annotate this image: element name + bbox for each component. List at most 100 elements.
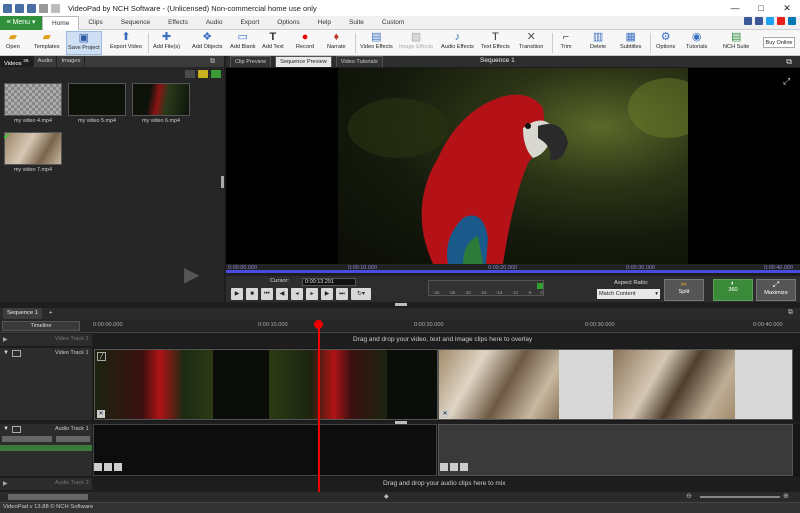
bin-clip-thumbnail-7[interactable]	[4, 132, 62, 165]
video-effects-button[interactable]: ▤ Video Effects	[360, 31, 393, 55]
tab-sequence-1[interactable]: Sequence 1	[3, 308, 42, 319]
tab-home[interactable]: Home	[42, 15, 80, 30]
tab-clip-preview[interactable]: Clip Preview	[230, 56, 272, 67]
audio-track-2-lane[interactable]: Drag and drop your audio clips here to m…	[93, 478, 800, 491]
cursor-time-field[interactable]: 0:00:13.291	[302, 278, 356, 286]
undock-preview-icon[interactable]: ⧉	[786, 57, 792, 67]
save-project-button[interactable]: ▣ Save Project	[66, 31, 102, 55]
delete-button[interactable]: ▥ Delete	[590, 31, 606, 55]
add-blank-button[interactable]: ▭ Add Blank	[230, 31, 256, 55]
facebook-icon[interactable]	[755, 17, 763, 25]
record-button[interactable]: ● Record	[296, 31, 314, 55]
track-volume-slider[interactable]	[2, 436, 52, 442]
expand-track-icon[interactable]: ▶	[3, 480, 8, 487]
add-files-button[interactable]: ✚ Add File(s)	[153, 31, 180, 55]
subtitles-button[interactable]: ▦ Subtitles	[620, 31, 641, 55]
bin-clip-thumbnail-5[interactable]	[68, 83, 126, 116]
tab-sequence[interactable]: Sequence	[112, 16, 159, 30]
expand-track-icon[interactable]: ▶	[3, 336, 8, 343]
skip-end-icon[interactable]: ⏭	[336, 288, 348, 300]
add-objects-button[interactable]: ❖ Add Objects	[192, 31, 222, 55]
image-effects-button[interactable]: ▧ Image Effects	[399, 31, 433, 55]
maximize-preview-button[interactable]: ⤢ Maximize	[756, 279, 796, 301]
preview-time-ruler[interactable]: 0:00:00.000 0:00:10.000 0:00:20.000 0:00…	[226, 264, 800, 273]
clip-volume-icon[interactable]	[460, 463, 468, 471]
stop-icon[interactable]: ■	[246, 288, 258, 300]
panel-splitter-handle[interactable]	[395, 303, 407, 306]
export-video-button[interactable]: ⬆ Export Video	[110, 31, 142, 55]
next-frame-icon[interactable]: ▶	[321, 288, 333, 300]
folder-icon[interactable]	[198, 70, 208, 78]
youtube-icon[interactable]	[777, 17, 785, 25]
video-clip-parrot[interactable]: ╱ ✕	[94, 349, 438, 420]
tab-help[interactable]: Help	[309, 16, 340, 30]
undock-timeline-icon[interactable]: ⧉	[788, 309, 793, 317]
audio-effects-button[interactable]: ♪ Audio Effects	[441, 31, 474, 55]
split-button[interactable]: ✂ Split	[664, 279, 704, 301]
rewind-icon[interactable]: ◂	[291, 288, 303, 300]
tab-options[interactable]: Options	[268, 16, 308, 30]
video-track-2-lane[interactable]: Drag and drop your video, text and image…	[93, 334, 800, 347]
aspect-ratio-select[interactable]: Match Content ▾	[597, 289, 660, 299]
collapse-track-icon[interactable]: ▼	[3, 426, 9, 432]
audio-track-1-lane[interactable]	[93, 424, 800, 477]
tab-videos[interactable]: Videos 26	[0, 56, 34, 67]
tab-video-tutorials[interactable]: Video Tutorials	[335, 56, 383, 67]
loop-dropdown-icon[interactable]: ↻▾	[351, 288, 371, 300]
view-360-button[interactable]: ◐ 360	[713, 279, 753, 301]
audio-clip-parrot[interactable]	[93, 424, 437, 476]
transition-button[interactable]: ✕ Transition	[519, 31, 543, 55]
clip-close-icon[interactable]	[94, 463, 102, 471]
track-mute-icon[interactable]	[12, 426, 21, 433]
tab-clips[interactable]: Clips	[79, 16, 111, 30]
timeline-ruler[interactable]: Timeline 0:00:00.000 0:00:10.000 0:00:20…	[0, 319, 800, 333]
zoom-out-icon[interactable]: ⊖	[686, 492, 692, 500]
bin-clip-thumbnail-6[interactable]	[132, 83, 190, 116]
skip-start-icon[interactable]: ⏮	[261, 288, 273, 300]
quick-redo-icon[interactable]	[51, 3, 60, 13]
tab-custom[interactable]: Custom	[373, 16, 413, 30]
folder-view-icon[interactable]	[185, 70, 195, 78]
clip-close-icon[interactable]	[440, 463, 448, 471]
timeline-splitter-handle[interactable]: ◆	[384, 493, 389, 500]
collapse-track-icon[interactable]: ▼	[3, 350, 9, 356]
bin-clip-thumbnail-4[interactable]	[4, 83, 62, 116]
clip-effects-icon[interactable]: ╱	[97, 352, 106, 361]
clip-mute-icon[interactable]	[450, 463, 458, 471]
playhead[interactable]	[318, 320, 320, 492]
text-effects-button[interactable]: T Text Effects	[481, 31, 510, 55]
nch-suite-button[interactable]: ▤ NCH Suite	[723, 31, 749, 55]
track-pan-slider[interactable]	[56, 436, 90, 442]
timeline-horizontal-scrollbar[interactable]	[8, 494, 88, 500]
trim-button[interactable]: ⌐ Trim	[560, 31, 572, 55]
add-sequence-button[interactable]: +	[44, 308, 57, 319]
narrate-button[interactable]: ♦ Narrate	[327, 31, 346, 55]
quick-undo-icon[interactable]	[39, 3, 48, 13]
audio-clip-raccoon[interactable]	[438, 424, 793, 476]
clip-volume-icon[interactable]	[114, 463, 122, 471]
maximize-button[interactable]: □	[748, 0, 774, 16]
clip-close-icon[interactable]: ✕	[441, 410, 449, 418]
close-button[interactable]: ✕	[774, 0, 800, 16]
playhead-handle[interactable]	[314, 320, 323, 329]
tutorials-button[interactable]: ◉ Tutorials	[686, 31, 707, 55]
fullscreen-icon[interactable]: ⤢	[783, 76, 790, 87]
timeline-view-select[interactable]: Timeline	[2, 321, 80, 331]
buy-online-button[interactable]: Buy Online	[763, 37, 795, 48]
twitter-icon[interactable]	[766, 17, 774, 25]
clip-close-icon[interactable]: ✕	[97, 410, 105, 418]
previous-frame-icon[interactable]: ◀	[276, 288, 288, 300]
templates-button[interactable]: ▰ Templates	[34, 31, 60, 55]
tab-suite[interactable]: Suite	[340, 16, 373, 30]
play-icon[interactable]: ▶	[231, 288, 243, 300]
open-button[interactable]: ▰ Open	[6, 31, 20, 55]
minimize-button[interactable]: —	[722, 0, 748, 16]
undock-icon[interactable]: ⧉	[210, 58, 215, 66]
zoom-slider[interactable]	[700, 496, 780, 498]
tab-sequence-preview[interactable]: Sequence Preview	[275, 56, 332, 67]
tab-export[interactable]: Export	[231, 16, 268, 30]
panel-splitter-handle[interactable]	[221, 176, 224, 188]
tab-audio[interactable]: Audio	[197, 16, 232, 30]
main-menu-button[interactable]: ≡ Menu ▾	[0, 15, 42, 30]
like-icon[interactable]	[744, 17, 752, 25]
